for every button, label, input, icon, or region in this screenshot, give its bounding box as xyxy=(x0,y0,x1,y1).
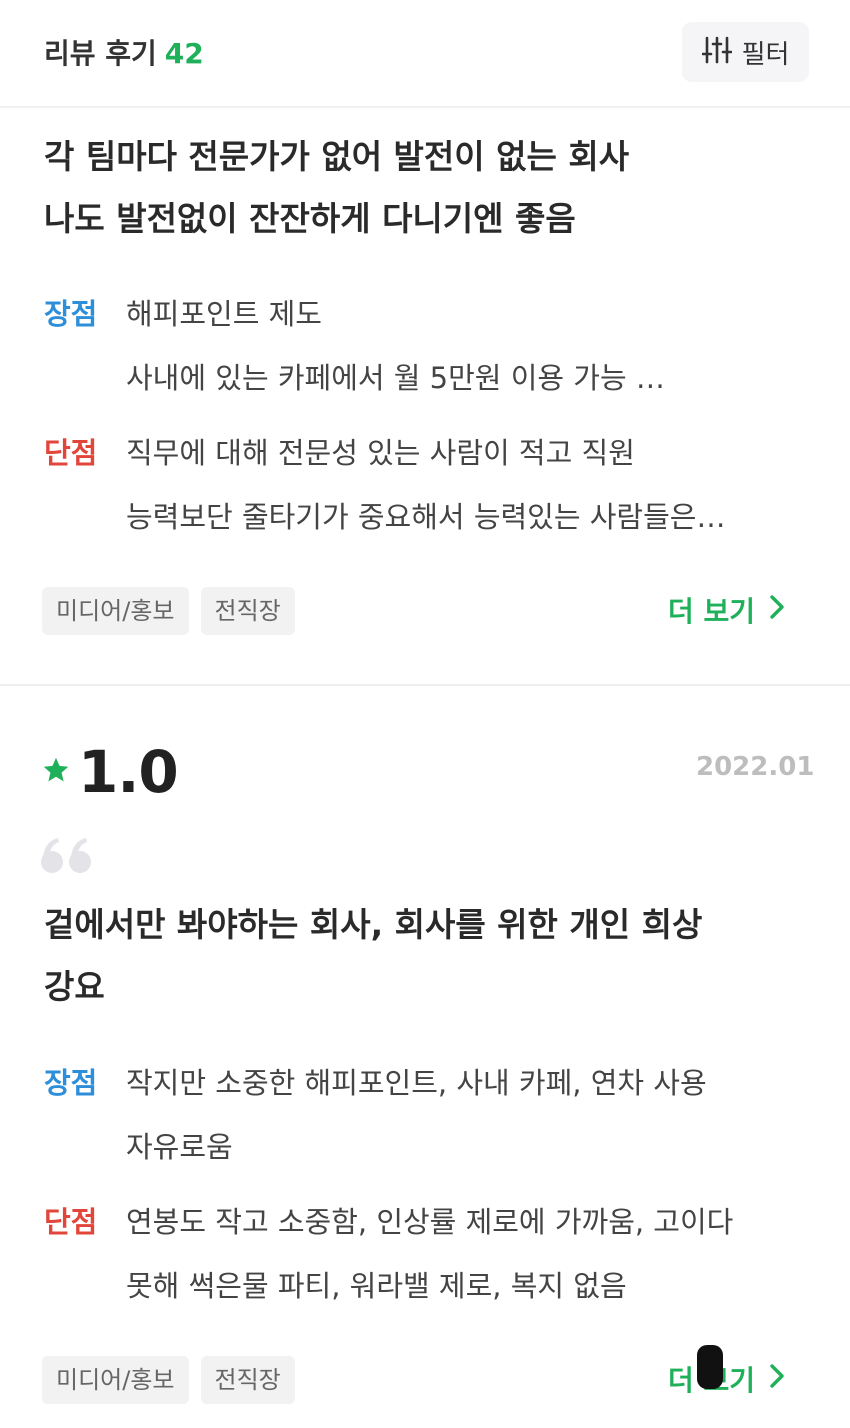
page-title: 리뷰 후기 42 xyxy=(44,37,204,70)
see-more-label: 더 보기 xyxy=(668,595,756,628)
chevron-right-icon xyxy=(769,594,785,627)
pros-section: 장점 해피포인트 제도 사내에 있는 카페에서 월 5만원 이용 가능 … xyxy=(44,282,824,410)
rating-value: 1.0 xyxy=(78,738,179,806)
tag: 미디어/홍보 xyxy=(42,587,189,635)
cons-text: 직무에 대해 전문성 있는 사람이 적고 직원 능력보단 줄타기가 중요해서 능… xyxy=(126,436,726,534)
cons-section: 단점 직무에 대해 전문성 있는 사람이 적고 직원 능력보단 줄타기가 중요해… xyxy=(44,421,824,549)
quote-icon xyxy=(40,836,94,880)
tag: 전직장 xyxy=(200,587,295,635)
reviews-header: 리뷰 후기 42 필터 xyxy=(0,0,850,108)
filter-button[interactable]: 필터 xyxy=(682,22,809,82)
redaction-mark xyxy=(697,1345,723,1389)
tag-list: 미디어/홍보 전직장 xyxy=(42,1356,295,1404)
tag: 전직장 xyxy=(200,1356,295,1404)
star-icon xyxy=(42,756,70,788)
review-count: 42 xyxy=(164,37,204,70)
pros-text: 해피포인트 제도 사내에 있는 카페에서 월 5만원 이용 가능 … xyxy=(126,297,665,395)
pros-label: 장점 xyxy=(44,297,98,331)
cons-section: 단점 연봉도 작고 소중함, 인상률 제로에 가까움, 고이다 못해 썩은물 파… xyxy=(44,1190,824,1318)
see-more-button[interactable]: 더 보기 xyxy=(668,590,785,630)
review-divider xyxy=(0,684,850,686)
pros-section: 장점 작지만 소중한 해피포인트, 사내 카페, 연차 사용 자유로움 xyxy=(44,1051,824,1179)
rating: 1.0 xyxy=(42,738,179,806)
pros-text: 작지만 소중한 해피포인트, 사내 카페, 연차 사용 자유로움 xyxy=(126,1066,707,1164)
tag-list: 미디어/홍보 전직장 xyxy=(42,587,295,635)
review-date: 2022.01 xyxy=(696,752,815,782)
filter-label: 필터 xyxy=(741,39,790,70)
cons-label: 단점 xyxy=(44,436,98,470)
review-title: 각 팀마다 전문가가 없어 발전이 없는 회사 나도 발전없이 잔잔하게 다니기… xyxy=(44,137,630,238)
filter-sliders-icon xyxy=(701,35,732,69)
chevron-right-icon xyxy=(769,1363,785,1396)
cons-label: 단점 xyxy=(44,1205,98,1239)
tag: 미디어/홍보 xyxy=(42,1356,189,1404)
cons-text: 연봉도 작고 소중함, 인상률 제로에 가까움, 고이다 못해 썩은물 파티, … xyxy=(126,1205,734,1303)
pros-label: 장점 xyxy=(44,1066,98,1100)
review-title: 겉에서만 봐야하는 회사, 회사를 위한 개인 희상 강요 xyxy=(44,905,703,1006)
see-more-button[interactable]: 더 보기 xyxy=(668,1359,785,1399)
